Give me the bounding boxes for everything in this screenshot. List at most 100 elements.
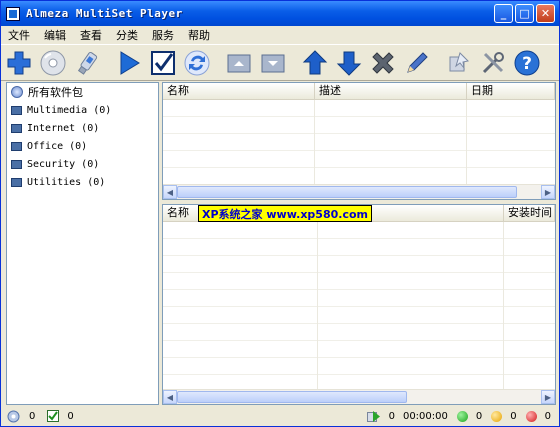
status-green: 0 [456,410,483,422]
tree-root-label: 所有软件包 [28,86,83,99]
play-icon [120,50,140,75]
menu-category[interactable]: 分类 [109,27,145,43]
svg-text:?: ? [522,54,532,74]
category-up-button[interactable] [223,47,255,79]
move-down-button[interactable] [333,47,365,79]
status-checked: 0 [47,410,74,422]
status-packages: 0 [7,410,35,423]
status-count-a: 0 [29,410,36,422]
refresh-icon [184,50,210,75]
package-list-header: 名称 描述 日期 [163,83,555,100]
add-icon [7,51,31,74]
help-button[interactable]: ? [511,47,543,79]
package-list-scrollbar[interactable]: ◀ ▶ [163,184,555,199]
folder-icon [11,159,22,169]
window-controls: _ □ ✕ [494,4,555,23]
install-button[interactable] [443,47,475,79]
tree-item-label: Multimedia (0) [27,104,112,116]
title-bar[interactable]: Almeza MultiSet Player _ □ ✕ [1,1,559,26]
green-status-icon [456,410,468,422]
tree-item-multimedia[interactable]: Multimedia (0) [7,101,158,119]
folder-icon [11,123,22,133]
add-button[interactable] [3,47,35,79]
checked-status-icon [47,410,60,422]
chevron-left-icon: ◀ [166,392,174,402]
tree-item-label: Internet (0) [27,122,100,134]
toolbar: ? [1,44,559,81]
tree-item-utilities[interactable]: Utilities (0) [7,173,158,191]
tree-root[interactable]: 所有软件包 [7,83,158,101]
scroll-left-button[interactable]: ◀ [163,185,177,199]
options-button[interactable] [477,47,509,79]
scroll-left-button[interactable]: ◀ [163,390,177,404]
app-icon [6,6,20,21]
menu-view[interactable]: 查看 [73,27,109,43]
folder-icon [11,105,22,115]
status-green-count: 0 [475,410,483,422]
folder-down-icon [261,54,285,72]
installed-list-scrollbar[interactable]: ◀ ▶ [163,389,555,404]
move-up-button[interactable] [299,47,331,79]
close-icon: ✕ [540,7,551,20]
edit-pencil-icon [407,51,428,73]
tree-item-security[interactable]: Security (0) [7,155,158,173]
folder-icon [11,177,22,187]
close-button[interactable]: ✕ [536,4,555,23]
scroll-thumb[interactable] [177,186,517,198]
scroll-right-button[interactable]: ▶ [541,390,555,404]
refresh-button[interactable] [181,47,213,79]
status-play-count: 0 [388,410,395,422]
edit-button[interactable] [401,47,433,79]
menu-service[interactable]: 服务 [145,27,181,43]
tools-icon [482,51,504,73]
category-tree: 所有软件包 Multimedia (0) Internet (0) Office… [6,82,159,405]
disc-icon [40,50,66,75]
application-window: Almeza MultiSet Player _ □ ✕ 文件 编辑 查看 分类… [0,0,560,427]
maximize-button[interactable]: □ [515,4,534,23]
play-button[interactable] [113,47,145,79]
add-from-usb-button[interactable] [71,47,103,79]
status-red-count: 0 [544,410,551,422]
tree-item-internet[interactable]: Internet (0) [7,119,158,137]
check-button[interactable] [147,47,179,79]
checkmark-icon [151,50,175,75]
status-count-b: 0 [67,410,74,422]
usb-drive-icon [77,51,98,75]
scroll-right-button[interactable]: ▶ [541,185,555,199]
tree-item-label: Office (0) [27,140,88,152]
delete-button[interactable] [367,47,399,79]
menu-help[interactable]: 帮助 [181,27,217,43]
column-date[interactable]: 日期 [467,83,555,99]
menu-file[interactable]: 文件 [1,27,37,43]
package-list[interactable]: 名称 描述 日期 ◀ ▶ [162,82,556,200]
status-bar: 0 0 0 00:00:00 0 0 0 [1,406,559,426]
scroll-thumb[interactable] [177,391,407,403]
column-description[interactable]: 描述 [315,83,467,99]
all-packages-icon [11,86,23,98]
tree-item-label: Security (0) [27,158,100,170]
column-install-time[interactable]: 安装时间 [504,205,555,221]
folder-up-icon [227,54,251,72]
window-title: Almeza MultiSet Player [26,7,183,20]
add-from-disc-button[interactable] [37,47,69,79]
move-up-icon [302,49,328,74]
category-down-button[interactable] [257,47,289,79]
installed-list[interactable]: 名称 安装时间 ◀ ▶ [162,204,556,405]
status-yellow: 0 [491,410,517,422]
chevron-left-icon: ◀ [166,187,174,197]
status-yellow-count: 0 [510,410,517,422]
maximize-icon: □ [519,7,530,20]
menu-bar: 文件 编辑 查看 分类 服务 帮助 [1,26,559,44]
install-icon [449,51,470,71]
status-play: 0 00:00:00 [366,410,448,423]
status-time: 00:00:00 [402,410,448,422]
red-status-icon [525,410,537,422]
menu-edit[interactable]: 编辑 [37,27,73,43]
run-status-icon [366,410,380,422]
tree-item-office[interactable]: Office (0) [7,137,158,155]
minimize-icon: _ [500,7,507,20]
column-name[interactable]: 名称 [163,83,315,99]
minimize-button[interactable]: _ [494,4,513,23]
chevron-right-icon: ▶ [544,392,552,402]
installed-list-grid [163,222,555,390]
